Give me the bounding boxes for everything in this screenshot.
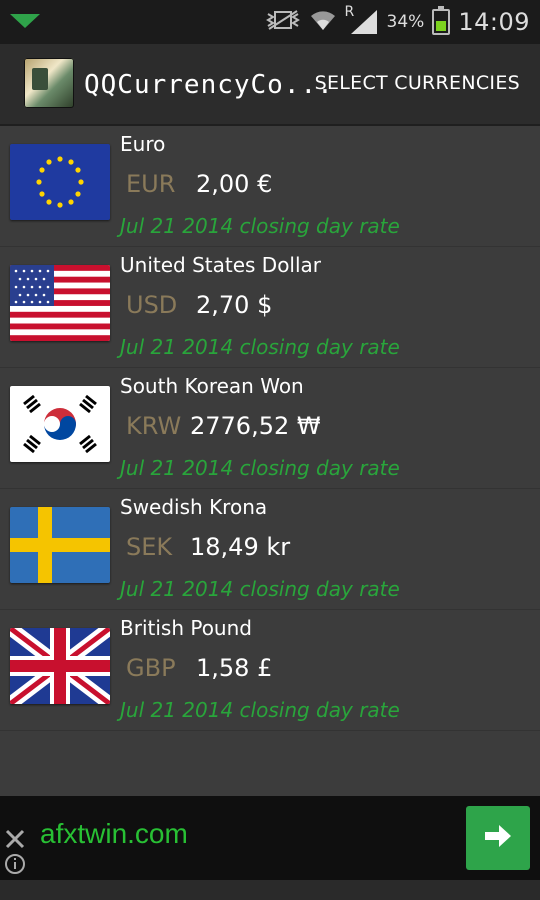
eu-flag-icon — [10, 144, 110, 220]
currency-amount: 18,49 kr — [190, 533, 291, 561]
currency-list: Euro EUR 2,00 € Jul 21 2014 closing day … — [0, 126, 540, 731]
notification-icon — [8, 10, 42, 32]
rate-date: Jul 21 2014 closing day rate — [120, 335, 400, 359]
se-flag-icon — [10, 507, 110, 583]
gb-flag-icon — [10, 628, 110, 704]
list-item[interactable]: Euro EUR 2,00 € Jul 21 2014 closing day … — [0, 126, 540, 247]
rate-date: Jul 21 2014 closing day rate — [120, 456, 400, 480]
bottom-bar — [0, 880, 540, 900]
currency-amount: 2,00 € — [196, 170, 273, 198]
currency-name: British Pound — [120, 616, 252, 640]
rate-date: Jul 21 2014 closing day rate — [120, 214, 400, 238]
ad-banner[interactable]: afxtwin.com — [0, 796, 540, 880]
currency-code: USD — [126, 291, 178, 319]
action-bar: QQCurrencyCo... SELECT CURRENCIES — [0, 44, 540, 126]
currency-name: United States Dollar — [120, 253, 322, 277]
currency-name: South Korean Won — [120, 374, 304, 398]
signal-icon: R — [345, 4, 379, 36]
us-flag-icon — [10, 265, 110, 341]
ad-arrow-button[interactable] — [466, 806, 530, 870]
currency-code: KRW — [126, 412, 182, 440]
app-icon[interactable] — [24, 58, 74, 108]
select-currencies-button[interactable]: SELECT CURRENCIES — [315, 72, 520, 94]
currency-amount: 2,70 $ — [196, 291, 273, 319]
kr-flag-icon — [10, 386, 110, 462]
currency-code: EUR — [126, 170, 176, 198]
currency-name: Euro — [120, 132, 166, 156]
currency-code: SEK — [126, 533, 173, 561]
list-item[interactable]: United States Dollar USD 2,70 $ Jul 21 2… — [0, 247, 540, 368]
rate-date: Jul 21 2014 closing day rate — [120, 698, 400, 722]
network-roaming-label: R — [344, 4, 355, 20]
arrow-right-icon — [483, 823, 513, 853]
ad-close-icon[interactable] — [4, 828, 26, 876]
wifi-icon — [309, 8, 337, 36]
battery-icon — [432, 6, 451, 35]
mute-vibrate-icon — [265, 9, 301, 35]
status-icons: R 34% 14:09 — [265, 4, 530, 38]
app-title: QQCurrencyCo... — [84, 70, 334, 100]
ad-text[interactable]: afxtwin.com — [40, 818, 188, 850]
list-item[interactable]: South Korean Won KRW 2776,52 ₩ Jul 21 20… — [0, 368, 540, 489]
currency-amount: 2776,52 ₩ — [190, 412, 321, 440]
battery-percent: 34% — [386, 12, 425, 32]
currency-code: GBP — [126, 654, 176, 682]
rate-date: Jul 21 2014 closing day rate — [120, 577, 400, 601]
list-item[interactable]: Swedish Krona SEK 18,49 kr Jul 21 2014 c… — [0, 489, 540, 610]
currency-name: Swedish Krona — [120, 495, 268, 519]
currency-amount: 1,58 £ — [196, 654, 273, 682]
status-bar: R 34% 14:09 — [0, 0, 540, 44]
list-item[interactable]: British Pound GBP 1,58 £ Jul 21 2014 clo… — [0, 610, 540, 731]
clock: 14:09 — [458, 8, 530, 36]
